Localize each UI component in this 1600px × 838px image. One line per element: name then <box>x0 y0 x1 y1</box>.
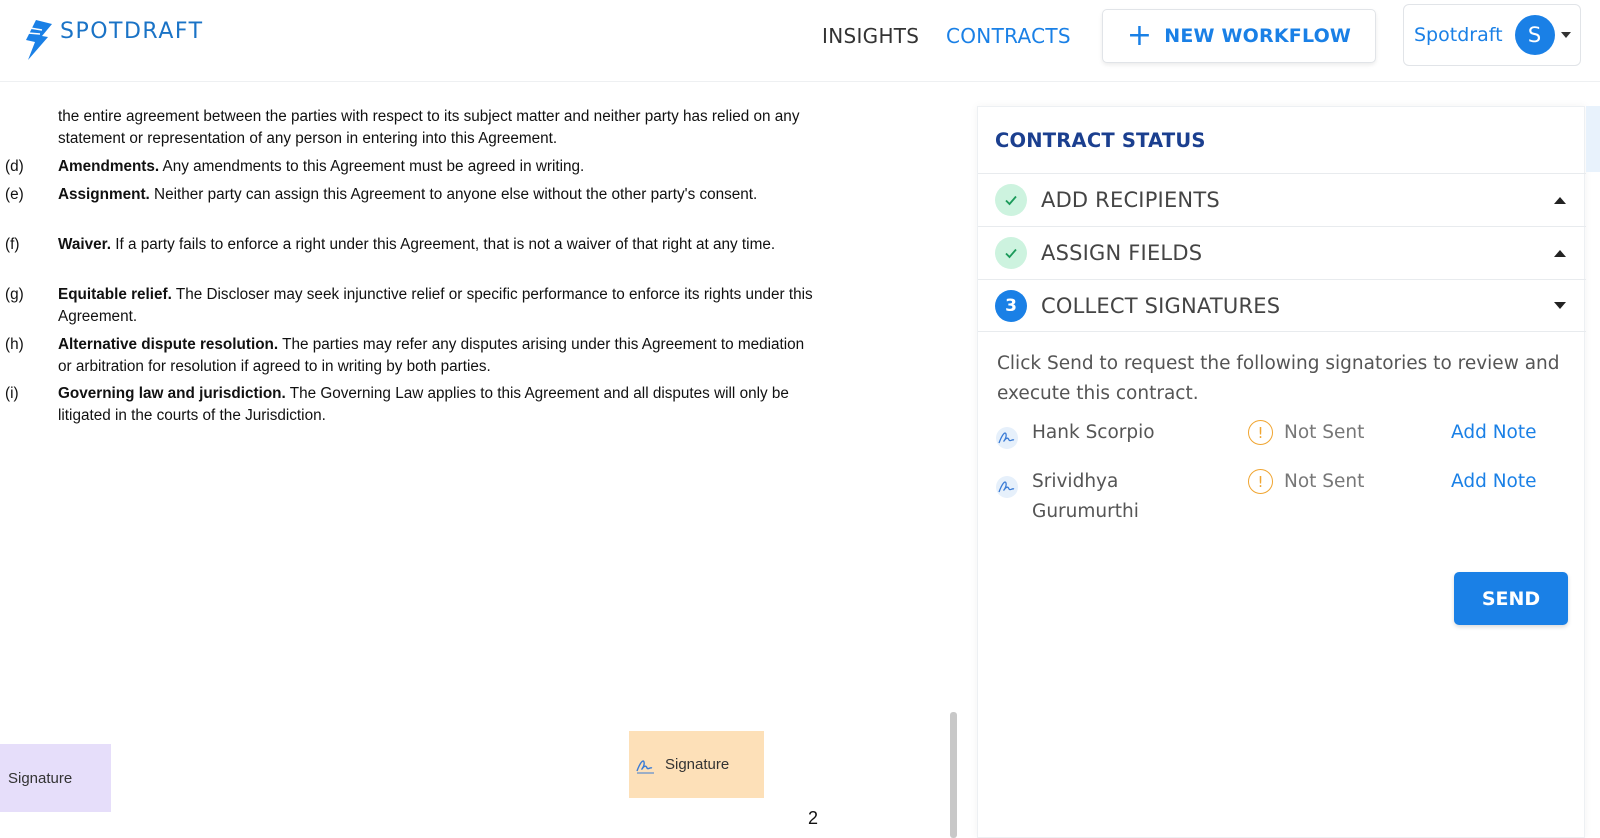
clause-label: (f) <box>5 236 20 253</box>
signature-icon <box>636 759 654 773</box>
clause-text: The Discloser may seek injunctive relief… <box>58 286 813 325</box>
signer-row: Srividhya Gurumurthi ! Not Sent Add Note <box>995 467 1575 527</box>
clause-title: Alternative dispute resolution. <box>58 336 279 353</box>
contract-document: the entire agreement between the parties… <box>0 106 950 838</box>
arrow-up-icon <box>1554 196 1566 204</box>
user-name: Spotdraft <box>1414 24 1503 46</box>
clause-title: Assignment. <box>58 186 150 203</box>
clause-text: If a party fails to enforce a right unde… <box>111 236 776 253</box>
warning-icon: ! <box>1248 469 1273 494</box>
check-icon <box>995 184 1027 216</box>
add-note-link[interactable]: Add Note <box>1451 467 1537 497</box>
nav-contracts[interactable]: CONTRACTS <box>946 24 1071 48</box>
step-label: ASSIGN FIELDS <box>1041 241 1203 265</box>
step-number-badge: 3 <box>995 289 1027 322</box>
signature-field-label: Signature <box>8 769 73 787</box>
signature-icon <box>995 475 1019 504</box>
arrow-up-icon <box>1554 249 1566 257</box>
new-workflow-button[interactable]: + NEW WORKFLOW <box>1102 9 1376 63</box>
step-add-recipients[interactable]: ADD RECIPIENTS <box>978 173 1586 226</box>
panel-title: CONTRACT STATUS <box>995 129 1206 152</box>
document-scrollbar[interactable] <box>950 712 957 838</box>
nav-insights[interactable]: INSIGHTS <box>822 24 919 48</box>
signature-field-recipient-1[interactable]: Signature <box>0 744 111 812</box>
spotdraft-logo[interactable]: SPOTDRAFT <box>22 18 204 62</box>
clause-title: Governing law and jurisdiction. <box>58 385 286 402</box>
clause-title: Equitable relief. <box>58 286 172 303</box>
chevron-down-icon <box>1560 32 1571 38</box>
spotdraft-logo-icon <box>26 20 52 60</box>
step-assign-fields[interactable]: ASSIGN FIELDS <box>978 226 1586 279</box>
clause-label: (i) <box>5 385 19 402</box>
signature-icon <box>995 426 1019 455</box>
signer-status: Not Sent <box>1284 471 1365 492</box>
warning-icon: ! <box>1248 420 1273 445</box>
avatar: S <box>1514 15 1555 55</box>
clause-text: Neither party can assign this Agreement … <box>149 186 758 203</box>
clause-label: (d) <box>5 158 24 175</box>
user-menu[interactable]: Spotdraft S <box>1403 4 1581 66</box>
signer-status: Not Sent <box>1284 422 1365 443</box>
check-icon <box>995 237 1027 269</box>
signer-name: Srividhya Gurumurthi <box>1032 471 1139 522</box>
clause-text: Any amendments to this Agreement must be… <box>159 158 585 175</box>
signer-name: Hank Scorpio <box>1032 422 1155 443</box>
arrow-down-icon <box>1554 302 1566 309</box>
clause-label: (e) <box>5 186 24 203</box>
plus-icon: + <box>1126 18 1153 53</box>
new-workflow-label: NEW WORKFLOW <box>1164 25 1352 47</box>
send-button[interactable]: SEND <box>1454 572 1568 625</box>
clause-title: Amendments. <box>58 158 160 175</box>
clause-label: (h) <box>5 336 24 353</box>
step-collect-signatures[interactable]: 3 COLLECT SIGNATURES <box>978 279 1586 332</box>
step-label: ADD RECIPIENTS <box>1041 188 1220 212</box>
logo-text: SPOTDRAFT <box>60 19 204 44</box>
page-number: 2 <box>808 808 819 828</box>
panel-scroll-edge <box>1586 106 1600 172</box>
contract-status-panel: CONTRACT STATUS ADD RECIPIENTS ASSIGN FI… <box>977 106 1586 838</box>
send-instructions: Click Send to request the following sign… <box>997 353 1560 404</box>
signature-field-label: Signature <box>665 756 730 773</box>
signature-field-recipient-2[interactable]: Signature <box>629 731 764 798</box>
clause-text: the entire agreement between the parties… <box>58 108 800 147</box>
clause-label: (g) <box>5 286 24 303</box>
step-label: COLLECT SIGNATURES <box>1041 293 1281 318</box>
add-note-link[interactable]: Add Note <box>1451 418 1537 448</box>
clause-title: Waiver. <box>58 236 112 253</box>
top-navigation-bar: SPOTDRAFT INSIGHTS CONTRACTS + NEW WORKF… <box>0 0 1600 82</box>
